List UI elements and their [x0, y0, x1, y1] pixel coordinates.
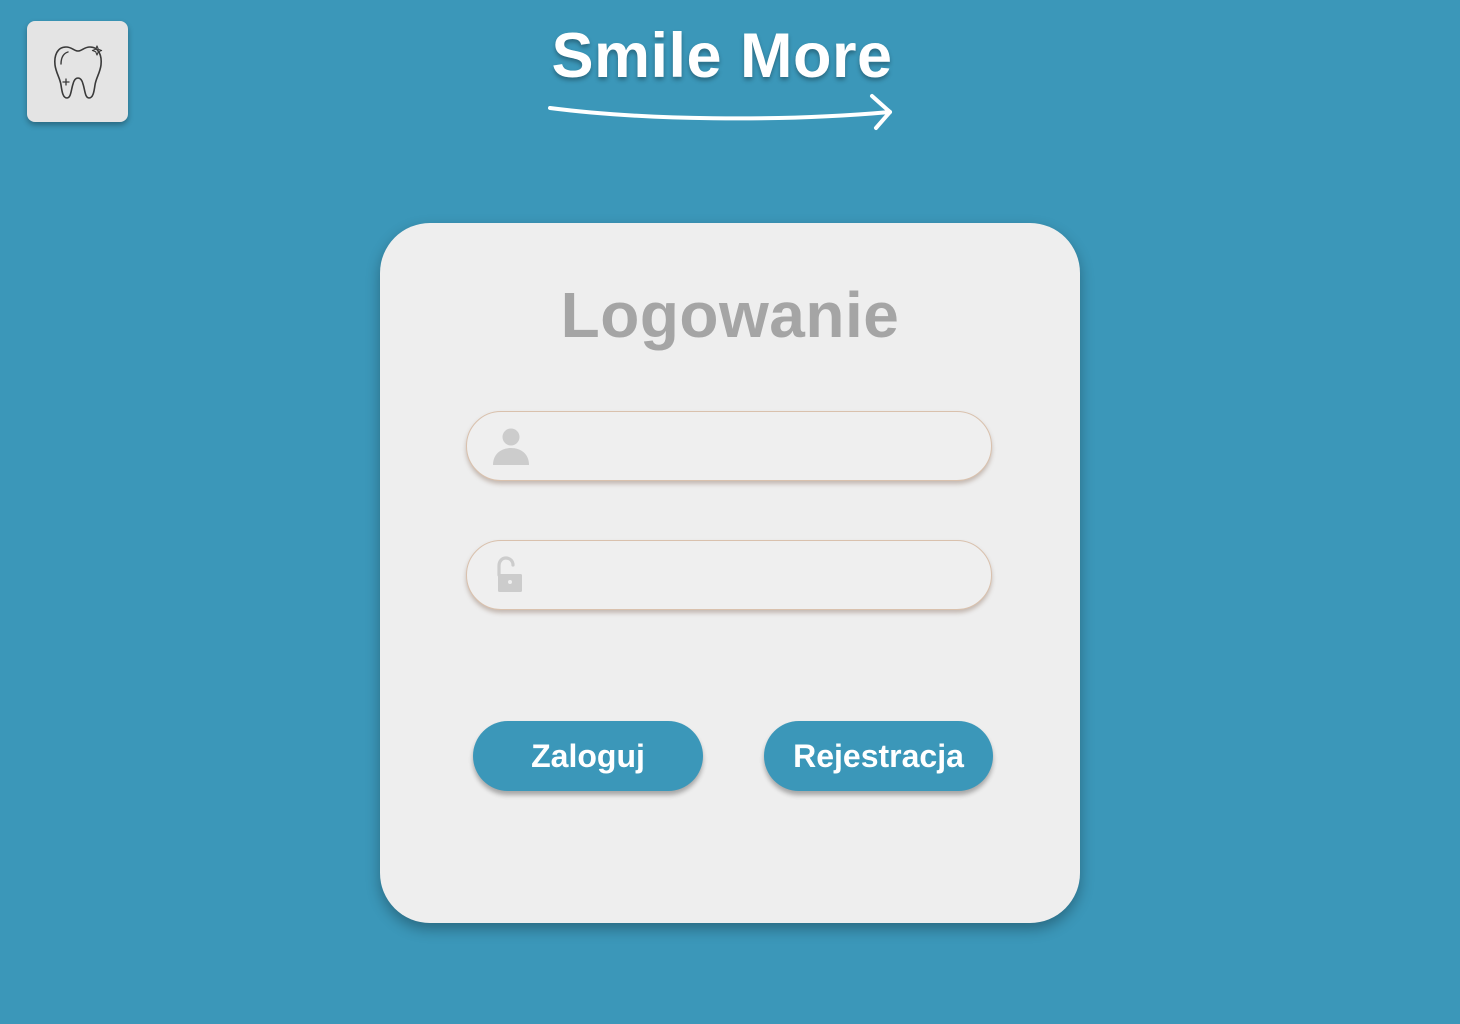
username-input[interactable] [541, 412, 965, 482]
brand-title: Smile More [551, 21, 893, 91]
password-field[interactable] [466, 540, 992, 611]
password-input[interactable] [541, 541, 965, 611]
login-title: Logowanie [560, 279, 900, 351]
login-button[interactable]: Zaloguj [473, 721, 703, 791]
login-card: Logowanie Zaloguj Rejestracja [380, 223, 1080, 923]
tooth-icon [53, 44, 102, 99]
logo-button[interactable] [27, 21, 128, 122]
user-icon [493, 428, 529, 465]
username-field[interactable] [466, 411, 992, 482]
unlock-icon [497, 556, 522, 592]
register-button[interactable]: Rejestracja [764, 721, 993, 791]
arrow-right-icon [548, 94, 892, 130]
brand-header: Smile More [548, 14, 896, 134]
